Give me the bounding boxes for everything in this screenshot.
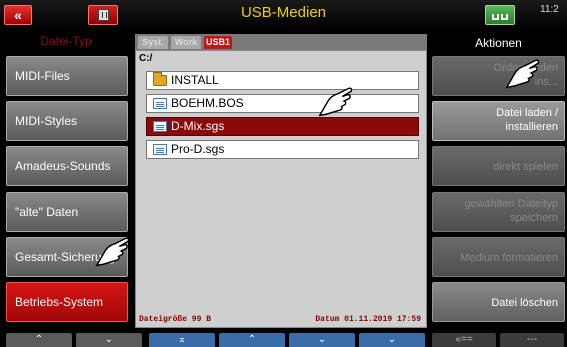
- current-path: C:/: [139, 53, 153, 64]
- tab-usb1[interactable]: USB1: [204, 36, 232, 49]
- file-browser: Syst. Work USB1 C:/ INSTALL BOEHM.BOS D-…: [135, 34, 427, 328]
- delete-file-button[interactable]: Datei löschen: [432, 282, 565, 322]
- tab-system[interactable]: Syst.: [138, 36, 168, 49]
- load-folder-button[interactable]: Ordner laden ins...: [432, 56, 565, 96]
- load-install-file-button[interactable]: Datei laden / installieren: [432, 101, 565, 141]
- save-file-type-button[interactable]: gewählten Dateityp speichern: [432, 192, 565, 232]
- scroll-down-button[interactable]: ⌄: [289, 333, 355, 347]
- pointer-hand-icon: [95, 234, 131, 268]
- bottom-nav-bar: ⌃ ⌄ ⌅ ⌃ ⌄ ⌄ «== ---: [0, 331, 567, 347]
- file-size: Dateigröße 99 B: [139, 315, 212, 324]
- clock: 11:2: [540, 4, 559, 15]
- button-label: Datei laden /: [496, 107, 558, 119]
- list-item[interactable]: Pro-D.sgs: [146, 140, 419, 159]
- file-type-midi-files-button[interactable]: MIDI-Files: [6, 56, 128, 96]
- button-label: installieren: [505, 121, 558, 133]
- play-direct-button[interactable]: direkt spielen: [432, 146, 565, 186]
- network-status-icon: [485, 5, 515, 25]
- top-bar: « USB-Medien 11:2: [0, 0, 567, 30]
- scroll-up-button[interactable]: ⌃: [219, 333, 285, 347]
- file-icon: [153, 144, 167, 155]
- file-type-old-data-button[interactable]: "alte" Daten: [6, 192, 128, 232]
- file-name: Pro-D.sgs: [171, 142, 225, 156]
- folder-icon: [153, 72, 167, 86]
- file-name: D-Mix.sgs: [171, 119, 225, 133]
- unused-nav-button[interactable]: ---: [500, 333, 564, 347]
- file-type-midi-styles-button[interactable]: MIDI-Styles: [6, 101, 128, 141]
- page-title: USB-Medien: [240, 4, 327, 21]
- list-item[interactable]: BOEHM.BOS: [146, 94, 419, 113]
- file-type-amadeus-sounds-button[interactable]: Amadeus-Sounds: [6, 146, 128, 186]
- pointer-hand-icon: [505, 56, 541, 90]
- pointer-hand-icon: [318, 84, 354, 118]
- file-name: INSTALL: [171, 73, 219, 87]
- file-icon: [153, 121, 167, 132]
- tab-work[interactable]: Work: [171, 36, 201, 49]
- button-label: Medium formatieren: [460, 252, 558, 264]
- scroll-bottom-button[interactable]: ⌄: [359, 333, 425, 347]
- file-type-operating-system-button[interactable]: Betriebs-System: [6, 282, 128, 322]
- list-item[interactable]: INSTALL: [146, 71, 419, 90]
- file-icon: [153, 98, 167, 109]
- button-label: speichern: [510, 212, 558, 224]
- file-list: INSTALL BOEHM.BOS D-Mix.sgs Pro-D.sgs: [146, 71, 419, 163]
- button-label: direkt spielen: [493, 161, 558, 173]
- actions-header: Aktionen: [475, 36, 522, 50]
- back-nav-button[interactable]: «==: [432, 333, 496, 347]
- file-list-panel: C:/ INSTALL BOEHM.BOS D-Mix.sgs Pro-D.sg…: [135, 50, 427, 328]
- button-label: gewählten Dateityp: [464, 198, 558, 210]
- format-medium-button[interactable]: Medium formatieren: [432, 237, 565, 277]
- page-down-fast-button[interactable]: ⌄: [76, 333, 142, 347]
- file-date: Datum 01.11.2019 17:59: [315, 315, 421, 324]
- file-name: BOEHM.BOS: [171, 96, 244, 110]
- page-up-fast-button[interactable]: ⌃: [6, 333, 72, 347]
- list-item-selected[interactable]: D-Mix.sgs: [146, 117, 419, 136]
- file-type-header: Datei-Typ: [40, 34, 92, 48]
- scroll-top-button[interactable]: ⌅: [149, 333, 215, 347]
- button-label: Datei löschen: [491, 297, 558, 309]
